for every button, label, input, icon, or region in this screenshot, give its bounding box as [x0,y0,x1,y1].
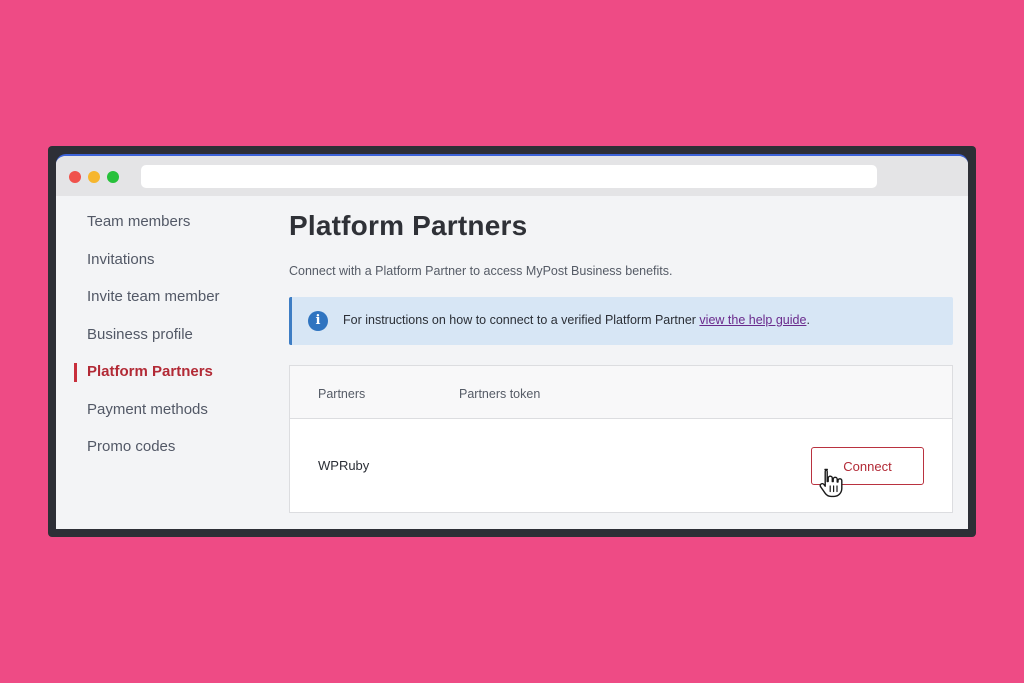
sidebar-item-platform-partners[interactable]: Platform Partners [87,363,213,380]
partners-table: Partners Partners token WPRuby Connect [289,365,953,513]
sidebar-item-business-profile[interactable]: Business profile [87,326,193,343]
main-content: Platform Partners Connect with a Platfor… [289,196,968,529]
close-window-dot[interactable] [69,171,81,183]
browser-content: Team members Invitations Invite team mem… [56,154,968,529]
page-title: Platform Partners [289,210,528,241]
info-banner: i For instructions on how to connect to … [289,297,953,345]
table-header: Partners Partners token [290,366,952,419]
maximize-window-dot[interactable] [107,171,119,183]
info-message: For instructions on how to connect to a … [343,313,700,327]
hand-pointer-icon [819,468,843,498]
info-text: For instructions on how to connect to a … [343,313,810,327]
address-bar[interactable] [141,165,877,188]
sidebar-item-team-members[interactable]: Team members [87,213,190,230]
info-suffix: . [806,313,810,327]
column-header-partners: Partners [318,387,366,401]
minimize-window-dot[interactable] [88,171,100,183]
page-subtitle: Connect with a Platform Partner to acces… [289,264,673,278]
active-indicator [74,363,77,382]
settings-sidebar: Team members Invitations Invite team mem… [56,196,281,529]
help-guide-link[interactable]: view the help guide [699,313,806,327]
partner-name: WPRuby [318,458,370,473]
sidebar-item-payment-methods[interactable]: Payment methods [87,401,208,418]
column-header-partners-token: Partners token [459,387,541,401]
title-bar [56,156,968,196]
sidebar-item-invite-team-member[interactable]: Invite team member [87,288,220,305]
sidebar-item-invitations[interactable]: Invitations [87,251,155,268]
browser-window: Team members Invitations Invite team mem… [48,146,976,537]
info-icon: i [308,311,328,331]
sidebar-item-promo-codes[interactable]: Promo codes [87,438,175,455]
